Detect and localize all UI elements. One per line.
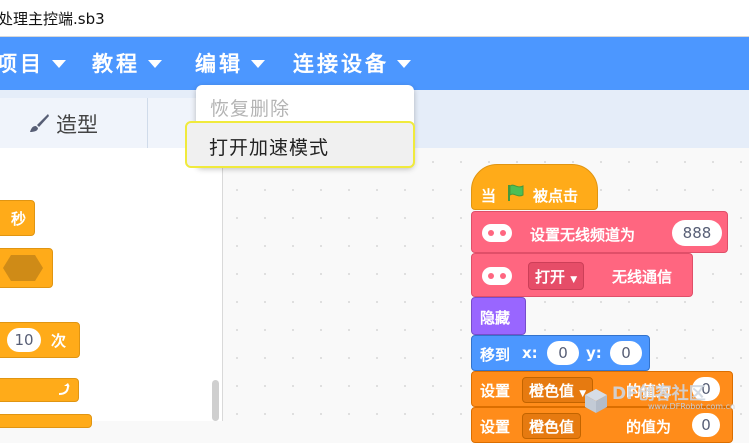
menu-item-turbo-mode-label: 打开加速模式	[209, 137, 330, 159]
effect-value-input[interactable]: 0	[692, 413, 720, 437]
chevron-down-icon	[397, 60, 411, 68]
menu-item-restore-deleted[interactable]: 恢复删除	[210, 94, 290, 121]
menu-item-turbo-mode[interactable]: 打开加速模式	[185, 121, 415, 168]
brush-icon	[30, 114, 49, 132]
repeat-times-label: 次	[51, 332, 67, 350]
hat-suffix-label: 被点击	[533, 187, 579, 205]
tab-costumes-label: 造型	[56, 113, 98, 137]
effect-dropdown[interactable]: 橙色值	[522, 413, 582, 439]
cube-logo-icon	[585, 389, 607, 413]
when-flag-clicked-block[interactable]: 当 被点击	[471, 164, 598, 210]
menu-tutorials[interactable]: 教程	[92, 50, 162, 78]
menu-project[interactable]: 项目	[0, 50, 66, 78]
set-effect-label: 设置	[480, 418, 511, 436]
robot-face-icon	[482, 224, 512, 242]
watermark-url: www.DFRobot.com.cn	[648, 402, 736, 411]
chevron-down-icon	[251, 60, 265, 68]
set-channel-label: 设置无线频道为	[530, 226, 636, 244]
robot-face-icon	[482, 267, 512, 285]
goto-label: 移到	[480, 346, 511, 364]
effect-dropdown-value: 橙色值	[529, 382, 575, 400]
palette-repeat-block[interactable]: 10 次	[0, 322, 80, 358]
palette-control-block[interactable]	[0, 414, 92, 428]
window-title: 处理主控端.sb3	[0, 10, 105, 28]
effect-dropdown[interactable]: 橙色值 ▼	[522, 377, 594, 403]
title-bar: 处理主控端.sb3	[0, 0, 749, 37]
palette-condition-block[interactable]	[0, 248, 53, 288]
menu-bar: 项目 教程 编辑 连接设备	[0, 37, 749, 90]
radio-toggle-block[interactable]: 打开 ▼ 无线通信	[471, 253, 693, 297]
goto-y-label: y:	[586, 344, 602, 362]
hexagon-slot-icon	[3, 255, 43, 281]
menu-connect-device-label: 连接设备	[293, 52, 389, 76]
hide-block[interactable]: 隐藏	[471, 297, 526, 335]
goto-y-input[interactable]: 0	[610, 341, 642, 365]
hide-label: 隐藏	[480, 309, 511, 327]
chevron-down-icon	[52, 60, 66, 68]
tab-costumes[interactable]: 造型	[0, 98, 148, 148]
menu-edit[interactable]: 编辑	[195, 50, 265, 78]
radio-state-value: 打开	[535, 268, 566, 286]
loop-arrow-icon	[59, 383, 70, 395]
goto-x-input[interactable]: 0	[547, 341, 579, 365]
palette-forever-block[interactable]	[0, 378, 79, 402]
set-effect-suffix: 的值为	[626, 418, 672, 436]
channel-value-input[interactable]: 888	[672, 220, 722, 246]
menu-edit-label: 编辑	[195, 52, 243, 76]
radio-state-dropdown[interactable]: 打开 ▼	[528, 262, 585, 290]
chevron-down-icon	[148, 60, 162, 68]
chevron-down-icon: ▼	[570, 275, 578, 285]
hat-prefix-label: 当	[481, 187, 497, 205]
radio-label: 无线通信	[612, 268, 673, 286]
goto-xy-block[interactable]: 移到 x: 0 y: 0	[471, 335, 650, 371]
green-flag-icon	[508, 184, 524, 201]
watermark-text: DF创客社区	[612, 384, 706, 404]
palette-wait-block[interactable]: 秒	[0, 200, 35, 236]
menu-project-label: 项目	[0, 52, 44, 76]
goto-x-label: x:	[522, 344, 538, 362]
set-radio-channel-block[interactable]: 设置无线频道为 888	[471, 211, 728, 253]
wait-seconds-label: 秒	[11, 210, 27, 228]
repeat-count-input[interactable]: 10	[7, 328, 41, 352]
block-palette: 秒 10 次	[0, 148, 223, 428]
menu-tutorials-label: 教程	[92, 52, 140, 76]
menu-connect-device[interactable]: 连接设备	[293, 50, 411, 78]
set-effect-label: 设置	[480, 382, 511, 400]
palette-scrollbar[interactable]	[212, 380, 219, 421]
